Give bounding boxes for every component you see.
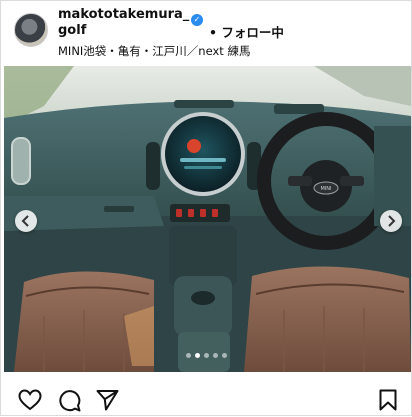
username-link[interactable]: makototakemura_golf — [58, 7, 198, 39]
following-button[interactable]: フォロー中 — [221, 25, 284, 40]
like-button[interactable] — [18, 389, 42, 415]
carousel-dot — [213, 353, 218, 358]
post-header: makototakemura_golf ✓ • フォロー中 MINI池袋・亀有・… — [1, 1, 411, 65]
bookmark-icon — [379, 389, 397, 411]
comment-icon — [59, 390, 81, 412]
carousel-dot — [204, 353, 209, 358]
verified-badge-icon: ✓ — [191, 14, 203, 26]
post-photo[interactable]: MINI — [4, 66, 411, 372]
car-interior-image: MINI — [4, 66, 411, 372]
location-link[interactable]: MINI池袋・亀有・江戸川／next 練馬 — [58, 43, 250, 59]
comment-button[interactable] — [58, 389, 81, 416]
send-icon — [96, 390, 119, 411]
share-button[interactable] — [96, 389, 119, 415]
avatar[interactable] — [14, 13, 48, 47]
carousel-indicator — [186, 353, 227, 359]
save-button[interactable] — [379, 389, 397, 415]
carousel-dot-active — [195, 353, 200, 358]
carousel-dot — [222, 353, 227, 358]
carousel-prev-button[interactable] — [15, 210, 37, 232]
chevron-left-icon — [21, 215, 29, 227]
heart-icon — [18, 389, 42, 411]
post-action-bar — [1, 373, 411, 417]
chevron-right-icon — [388, 215, 396, 227]
carousel-next-button[interactable] — [380, 210, 402, 232]
svg-text:MINI: MINI — [320, 186, 331, 192]
separator: • — [209, 25, 217, 40]
instagram-post: makototakemura_golf ✓ • フォロー中 MINI池袋・亀有・… — [0, 0, 412, 416]
carousel-dot — [186, 353, 191, 358]
follow-status[interactable]: • フォロー中 — [209, 22, 284, 41]
